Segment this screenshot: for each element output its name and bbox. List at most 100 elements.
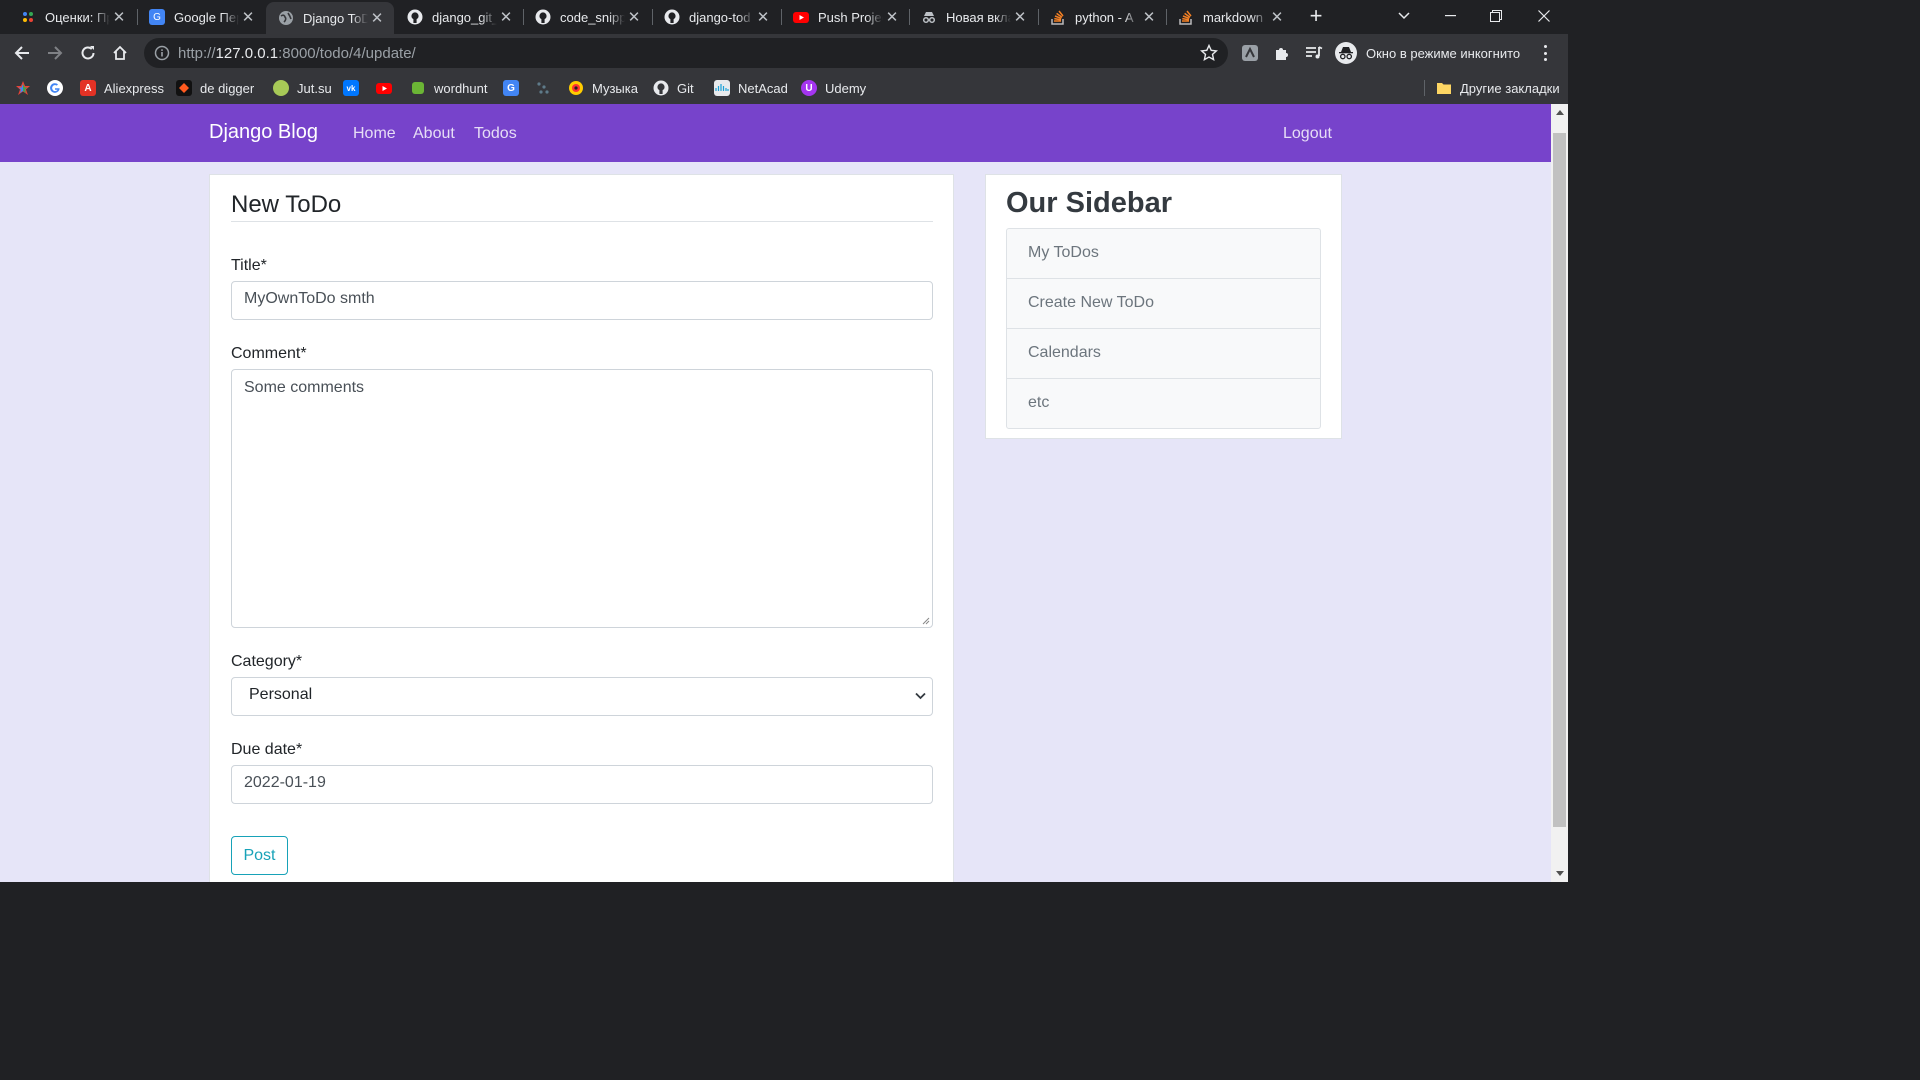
close-icon[interactable]: ✕ xyxy=(754,8,772,26)
tab-push-project[interactable]: Push Projec ✕ xyxy=(781,0,909,34)
incognito-icon xyxy=(921,9,937,25)
bookmark-git[interactable]: Git xyxy=(653,78,694,98)
close-icon[interactable]: ✕ xyxy=(1268,8,1286,26)
site-brand[interactable]: Django Blog xyxy=(209,121,318,144)
minimize-button[interactable] xyxy=(1427,0,1473,32)
apps-icon xyxy=(15,80,31,96)
heading-divider xyxy=(231,221,933,222)
scroll-down-icon[interactable] xyxy=(1556,871,1564,876)
category-select[interactable]: Personal xyxy=(231,677,933,716)
close-icon[interactable]: ✕ xyxy=(368,9,386,27)
address-bar[interactable]: http://127.0.0.1:8000/todo/4/update/ xyxy=(144,38,1228,68)
tab-title: Оценки: Пр xyxy=(45,9,110,25)
title-input[interactable]: MyOwnToDo smth xyxy=(231,281,933,320)
jutsu-icon xyxy=(273,80,289,96)
close-window-button[interactable] xyxy=(1521,0,1567,32)
tab-code-snippets[interactable]: code_snipp ✕ xyxy=(523,0,651,34)
post-button[interactable]: Post xyxy=(231,836,288,875)
bookmark-netacad[interactable]: NetAcad xyxy=(714,78,788,98)
close-icon[interactable]: ✕ xyxy=(1011,8,1029,26)
site-navbar: Django Blog Home About Todos Logout xyxy=(0,104,1551,162)
bookmark-star-icon[interactable] xyxy=(1200,44,1218,62)
tab-search-button[interactable] xyxy=(1381,0,1427,32)
bookmark-label: Git xyxy=(677,80,694,96)
bookmark-dedigger[interactable]: de digger xyxy=(176,78,254,98)
tab-title: code_snipp xyxy=(560,9,625,25)
bookmark-dots[interactable] xyxy=(535,78,551,98)
tab-django-git[interactable]: django_git_ ✕ xyxy=(395,0,523,34)
nav-about[interactable]: About xyxy=(413,125,455,143)
incognito-icon xyxy=(1335,42,1357,64)
nav-home[interactable]: Home xyxy=(353,125,396,143)
stackoverflow-icon xyxy=(1050,9,1066,25)
bookmark-aliexpress[interactable]: A Aliexpress xyxy=(80,78,164,98)
tab-title: django-tod xyxy=(689,9,751,25)
page-scrollbar[interactable] xyxy=(1551,104,1568,882)
vk-icon: vk xyxy=(343,80,359,96)
other-bookmarks[interactable]: Другие закладки xyxy=(1436,78,1560,98)
github-icon xyxy=(653,80,669,96)
bookmark-google[interactable] xyxy=(47,78,63,98)
extension-button[interactable] xyxy=(1240,43,1260,63)
scroll-up-icon[interactable] xyxy=(1556,110,1564,115)
due-date-input[interactable]: 2022-01-19 xyxy=(231,765,933,804)
close-icon[interactable]: ✕ xyxy=(497,8,515,26)
comment-label: Comment* xyxy=(231,345,307,362)
nav-logout[interactable]: Logout xyxy=(1283,125,1332,143)
tab-grades[interactable]: Оценки: Пр ✕ xyxy=(8,0,136,34)
tab-title: Django ToD xyxy=(303,10,368,26)
title-value: MyOwnToDo smth xyxy=(244,290,375,307)
sidebar-item-calendars[interactable]: Calendars xyxy=(1007,329,1320,379)
more-menu-icon[interactable] xyxy=(1537,43,1553,63)
resize-grip-icon[interactable] xyxy=(922,617,930,625)
incognito-indicator[interactable]: Окно в режиме инкогнито xyxy=(1335,39,1520,67)
tab-title: Новая вкла xyxy=(946,9,1011,25)
new-tab-button[interactable]: + xyxy=(1304,4,1328,28)
browser-toolbar: http://127.0.0.1:8000/todo/4/update/ Окн… xyxy=(0,34,1568,72)
bookmarks-bar: A Aliexpress de digger Jut.su vk wordhun… xyxy=(0,72,1568,104)
bookmark-wordhunt[interactable]: wordhunt xyxy=(410,78,487,98)
close-icon[interactable]: ✕ xyxy=(239,8,257,26)
back-button[interactable] xyxy=(8,39,36,67)
other-bookmarks-label: Другие закладки xyxy=(1460,80,1560,96)
extensions-menu-button[interactable] xyxy=(1272,43,1292,63)
tab-python-answer[interactable]: python - A ✕ xyxy=(1038,0,1166,34)
bookmark-apps[interactable] xyxy=(15,78,31,98)
reload-button[interactable] xyxy=(74,39,102,67)
restore-button[interactable] xyxy=(1473,0,1519,32)
close-icon[interactable]: ✕ xyxy=(1140,8,1158,26)
close-icon[interactable]: ✕ xyxy=(625,8,643,26)
sidebar-item-etc[interactable]: etc xyxy=(1007,379,1320,428)
media-control-button[interactable] xyxy=(1304,43,1324,63)
tab-markdown[interactable]: markdown ✕ xyxy=(1166,0,1294,34)
tab-django-todo-repo[interactable]: django-tod ✕ xyxy=(652,0,780,34)
bookmark-music[interactable]: Музыка xyxy=(568,78,638,98)
translate-icon: G xyxy=(503,80,519,96)
home-icon xyxy=(113,45,127,60)
tab-new-tab[interactable]: Новая вкла ✕ xyxy=(909,0,1037,34)
bookmark-translate[interactable]: G xyxy=(503,78,519,98)
tab-google-translate[interactable]: G Google Пер ✕ xyxy=(137,0,265,34)
nav-todos[interactable]: Todos xyxy=(474,125,517,143)
forward-button[interactable] xyxy=(41,39,69,67)
close-icon[interactable]: ✕ xyxy=(883,8,901,26)
category-label: Category* xyxy=(231,653,303,670)
sidebar-item-my-todos[interactable]: My ToDos xyxy=(1007,229,1320,279)
sidebar-item-create-todo[interactable]: Create New ToDo xyxy=(1007,279,1320,329)
url-host: 127.0.0.1 xyxy=(215,45,279,62)
bookmark-udemy[interactable]: U Udemy xyxy=(801,78,866,98)
url-text[interactable]: http://127.0.0.1:8000/todo/4/update/ xyxy=(178,45,416,62)
tab-strip: Оценки: Пр ✕ G Google Пер ✕ Django ToD ✕… xyxy=(0,0,1568,34)
chevron-down-icon xyxy=(915,692,926,700)
bookmark-vk[interactable]: vk xyxy=(343,78,359,98)
tab-django-todo[interactable]: Django ToD ✕ xyxy=(266,2,394,34)
comment-textarea[interactable]: Some comments xyxy=(231,369,933,628)
bookmark-jutsu[interactable]: Jut.su xyxy=(273,78,332,98)
bookmark-youtube[interactable] xyxy=(376,78,392,98)
info-icon[interactable] xyxy=(154,45,170,61)
todo-form-card: New ToDo Title* MyOwnToDo smth Comment* … xyxy=(209,174,954,882)
category-value: Personal xyxy=(249,686,313,703)
home-button[interactable] xyxy=(106,39,134,67)
close-icon[interactable]: ✕ xyxy=(110,8,128,26)
scrollbar-thumb[interactable] xyxy=(1553,133,1566,827)
